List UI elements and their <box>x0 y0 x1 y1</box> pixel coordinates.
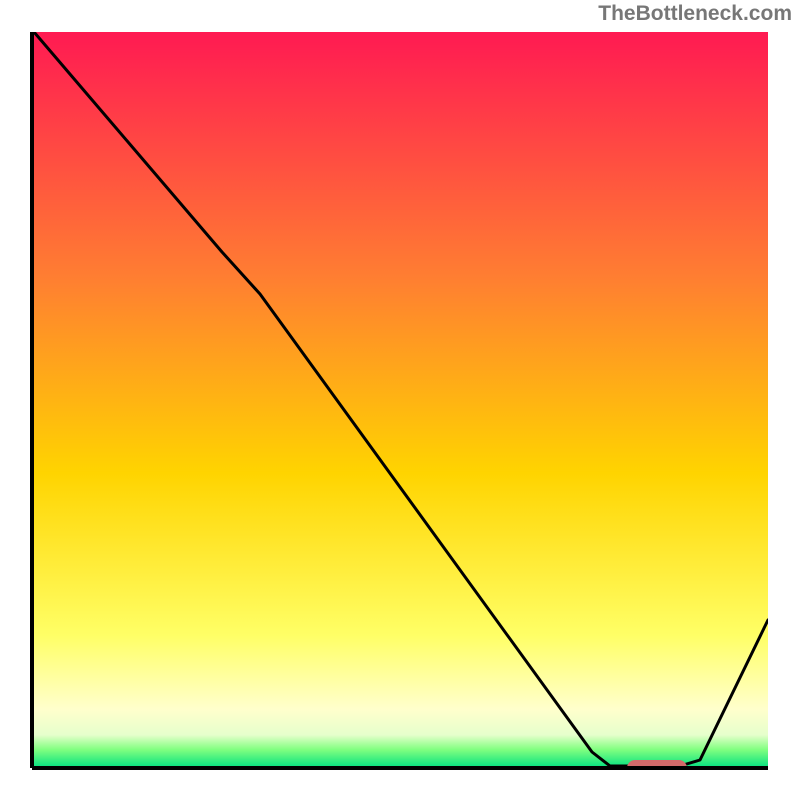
bottleneck-chart <box>0 0 800 800</box>
watermark-text: TheBottleneck.com <box>598 2 792 26</box>
chart-container: TheBottleneck.com <box>0 0 800 800</box>
plot-background-gradient <box>32 32 768 768</box>
